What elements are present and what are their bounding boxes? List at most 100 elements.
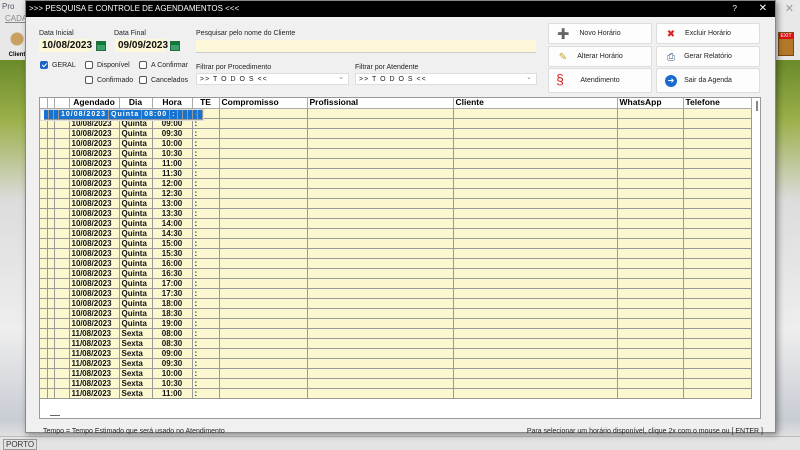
table-cell: 10/08/2023 (69, 268, 120, 279)
table-cell (307, 358, 454, 369)
table-row[interactable]: 10/08/2023 Quinta 11:00: (40, 158, 752, 169)
column-header[interactable]: Cliente (453, 98, 618, 109)
checkbox-cancelados[interactable]: Cancelados (139, 76, 188, 84)
calendar-icon[interactable] (96, 41, 106, 51)
table-row[interactable]: 10/08/2023 Quinta 12:00: (40, 178, 752, 189)
table-cell (40, 188, 48, 199)
horizontal-scrollbar[interactable] (50, 415, 60, 416)
help-button[interactable]: ? (733, 1, 737, 17)
table-cell (219, 228, 308, 239)
exit-door-icon[interactable]: EXIT (778, 32, 794, 56)
attendant-filter-select[interactable]: >> T O D O S << (355, 72, 537, 85)
table-row[interactable]: 10/08/2023 Quinta 10:30: (40, 148, 752, 159)
checkbox-a-confirmar[interactable]: A Confirmar (139, 61, 188, 69)
table-row[interactable]: 11/08/2023 Sexta 10:00: (40, 368, 752, 379)
table-row[interactable]: 11/08/2023 Sexta 08:30: (40, 338, 752, 349)
table-cell (47, 378, 55, 389)
table-row[interactable]: 11/08/2023 Sexta 10:30: (40, 378, 752, 389)
table-cell (40, 358, 48, 369)
column-header[interactable] (47, 98, 55, 109)
column-header[interactable]: Profissional (307, 98, 454, 109)
table-cell (307, 338, 454, 349)
service-button[interactable]: § Atendimento (548, 68, 652, 93)
table-cell (40, 348, 48, 359)
table-cell (307, 178, 454, 189)
checkbox-disponivel[interactable]: Disponível (85, 61, 130, 69)
column-header[interactable]: Dia (119, 98, 153, 109)
table-cell: Sexta (119, 388, 153, 399)
checkbox-confirmado[interactable]: Confirmado (85, 76, 133, 84)
table-row[interactable]: 10/08/2023 Quinta 18:00: (40, 298, 752, 309)
table-cell: Quinta (119, 308, 153, 319)
table-row[interactable]: 10/08/2023 Quinta 17:30: (40, 288, 752, 299)
column-header[interactable]: Agendado (69, 98, 120, 109)
table-row[interactable]: 10/08/2023 Quinta 17:00: (40, 278, 752, 289)
table-cell (307, 168, 454, 179)
table-row[interactable]: 10/08/2023 Quinta 13:00: (40, 198, 752, 209)
new-slot-button[interactable]: ➕ Novo Horário (548, 23, 652, 44)
column-header[interactable]: Hora (152, 98, 193, 109)
table-cell (683, 298, 752, 309)
delete-slot-button[interactable]: ✖ Excluir Horário (656, 23, 760, 44)
table-cell (617, 318, 684, 329)
table-row[interactable]: 10/08/2023 Quinta 19:00: (40, 318, 752, 329)
table-row[interactable]: 10/08/2023 Quinta 14:30: (40, 228, 752, 239)
report-button[interactable]: ⎙ Gerar Relatório (656, 46, 760, 67)
table-cell: 10:30 (152, 378, 193, 389)
table-row[interactable]: 10/08/2023 Quinta 15:30: (40, 248, 752, 259)
table-cell (219, 338, 308, 349)
table-row[interactable]: 10/08/2023 Quinta 09:30: (40, 128, 752, 139)
table-cell: 15:30 (152, 248, 193, 259)
checkbox-icon (139, 61, 147, 69)
client-search-input[interactable] (196, 40, 536, 53)
table-cell (219, 238, 308, 249)
table-cell: 12:30 (152, 188, 193, 199)
table-row[interactable]: 10/08/2023 Quinta 12:30: (40, 188, 752, 199)
table-row[interactable]: 10/08/2023 Quinta 15:00: (40, 238, 752, 249)
app-menu-cadastro[interactable]: CADA (5, 14, 27, 23)
table-cell (219, 308, 308, 319)
table-cell: 11/08/2023 (69, 388, 120, 399)
table-cell (47, 178, 55, 189)
table-row[interactable]: 11/08/2023 Sexta 09:30: (40, 358, 752, 369)
table-cell: 16:00 (152, 258, 193, 269)
table-row[interactable]: 10/08/2023 Quinta 14:00: (40, 218, 752, 229)
vertical-scrollbar[interactable] (756, 101, 758, 111)
table-cell: Quinta (119, 288, 153, 299)
table-cell (617, 108, 684, 119)
table-cell (219, 158, 308, 169)
table-cell: 11/08/2023 (69, 358, 120, 369)
procedure-filter-select[interactable]: >> T O D O S << (196, 72, 349, 85)
date-start-input[interactable]: 10/08/2023 (39, 39, 92, 52)
date-end-input[interactable]: 09/09/2023 (115, 39, 168, 52)
app-close-icon[interactable]: ✕ (785, 2, 794, 15)
table-row[interactable]: 10/08/2023 Quinta 10:00: (40, 138, 752, 149)
column-header[interactable] (54, 98, 70, 109)
table-row[interactable]: 11/08/2023 Sexta 08:00: (40, 328, 752, 339)
table-cell (40, 268, 48, 279)
table-row[interactable]: 10/08/2023 Quinta 11:30: (40, 168, 752, 179)
checkbox-geral[interactable]: GERAL (40, 61, 76, 69)
column-header[interactable] (40, 98, 48, 109)
table-row[interactable]: 11/08/2023 Sexta 09:00: (40, 348, 752, 359)
table-row[interactable]: 11/08/2023 Sexta 11:00: (40, 388, 752, 399)
column-header[interactable]: TE (192, 98, 220, 109)
table-row[interactable]: 10/08/2023 Quinta 16:30: (40, 268, 752, 279)
column-header[interactable]: WhatsApp (617, 98, 684, 109)
table-row[interactable]: 10/08/2023 Quinta 13:30: (40, 208, 752, 219)
edit-slot-button[interactable]: ✎ Alterar Horário (548, 46, 652, 67)
table-row[interactable]: 10/08/2023 Quinta 08:00: (40, 108, 205, 121)
table-cell (40, 378, 48, 389)
table-cell (683, 228, 752, 239)
exit-agenda-button[interactable]: ➜ Sair da Agenda (656, 68, 760, 93)
table-cell (219, 358, 308, 369)
table-cell (54, 328, 70, 339)
close-button[interactable]: ✕ (759, 1, 767, 17)
table-row[interactable]: 10/08/2023 Quinta 16:00: (40, 258, 752, 269)
column-header[interactable]: Compromisso (219, 98, 308, 109)
table-cell (219, 148, 308, 159)
column-header[interactable]: Telefone (683, 98, 752, 109)
calendar-icon[interactable] (170, 41, 180, 51)
table-cell: Quinta (119, 198, 153, 209)
table-row[interactable]: 10/08/2023 Quinta 18:30: (40, 308, 752, 319)
